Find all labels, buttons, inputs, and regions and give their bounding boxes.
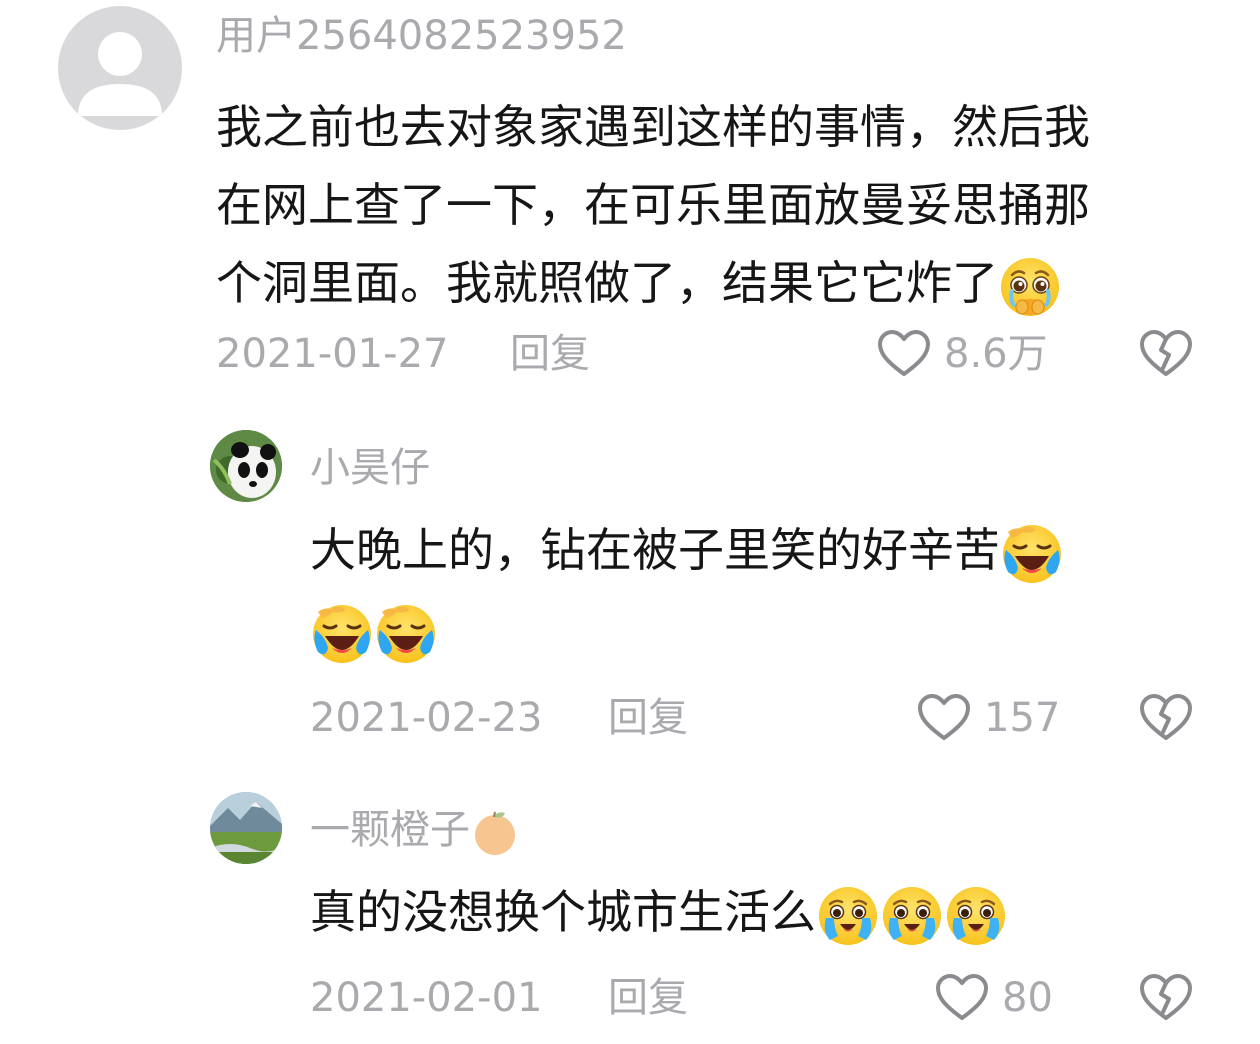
dislike-button[interactable] [1138, 972, 1194, 1024]
default-user-icon [78, 32, 162, 116]
comment-text-line: 个洞里面。我就照做了，结果它它炸了 [216, 244, 1226, 322]
heart-icon [876, 328, 932, 380]
comment-text-line: 在网上查了一下，在可乐里面放曼妥思捅那 [216, 178, 1090, 232]
heart-icon [916, 692, 972, 744]
broken-heart-icon [1138, 972, 1194, 1024]
reply-button[interactable]: 回复 [608, 972, 688, 1024]
like-count: 80 [1002, 975, 1053, 1021]
reply-text-line [310, 590, 1230, 670]
avatar[interactable] [210, 792, 282, 864]
sobbing-smile-face-icon [816, 884, 880, 948]
orange-icon [475, 811, 515, 855]
reply-item: 小昊仔 大晚上的，钻在被子里笑的好辛苦 2021-02-23 回复 157 [0, 400, 1260, 760]
reply-text-line: 大晚上的，钻在被子里笑的好辛苦 [310, 510, 1230, 590]
avatar[interactable] [210, 430, 282, 502]
heart-icon [934, 972, 990, 1024]
dislike-button[interactable] [1138, 328, 1194, 380]
reply-text: 大晚上的，钻在被子里笑的好辛苦 [310, 510, 1230, 670]
broken-heart-icon [1138, 328, 1194, 380]
reply-text-segment: 真的没想换个城市生活么 [310, 885, 816, 939]
reply-text-segment: 大晚上的，钻在被子里笑的好辛苦 [310, 523, 1000, 577]
like-button[interactable] [876, 328, 932, 380]
reply-button[interactable]: 回复 [510, 328, 590, 380]
reply-username[interactable]: 小昊仔 [310, 442, 430, 494]
reply-text: 真的没想换个城市生活么 [310, 872, 1230, 952]
comment-item: 用户2564082523952 我之前也去对象家遇到这样的事情，然后我 在网上查… [0, 0, 1260, 400]
comment-text-segment: 个洞里面。我就照做了，结果它它炸了 [216, 256, 998, 310]
broken-heart-icon [1138, 692, 1194, 744]
like-button[interactable] [916, 692, 972, 744]
reply-date: 2021-02-23 [310, 695, 543, 741]
comment-text: 我之前也去对象家遇到这样的事情，然后我 在网上查了一下，在可乐里面放曼妥思捅那 … [216, 88, 1226, 322]
reply-text-line: 真的没想换个城市生活么 [310, 872, 1230, 952]
reply-username[interactable]: 一颗橙子 [310, 804, 520, 857]
comment-text-line: 我之前也去对象家遇到这样的事情，然后我 [216, 100, 1090, 154]
avatar[interactable] [58, 6, 182, 130]
comment-date: 2021-01-27 [216, 331, 449, 377]
reply-item: 一颗橙子 真的没想换个城市生活么 2021-02-01 回复 80 [0, 760, 1260, 1044]
sobbing-smile-face-icon [880, 884, 944, 948]
reply-username-text: 一颗橙子 [310, 807, 470, 853]
dislike-button[interactable] [1138, 692, 1194, 744]
like-count: 157 [984, 695, 1061, 741]
comment-username[interactable]: 用户2564082523952 [216, 10, 627, 62]
reply-button[interactable]: 回复 [608, 692, 688, 744]
reply-date: 2021-02-01 [310, 975, 543, 1021]
laughing-crying-face-icon [310, 602, 374, 666]
laughing-crying-face-icon [1000, 522, 1064, 586]
pleading-crying-face-icon [998, 255, 1062, 319]
landscape-avatar-icon [210, 792, 282, 864]
sobbing-smile-face-icon [944, 884, 1008, 948]
laughing-crying-face-icon [374, 602, 438, 666]
like-count: 8.6万 [944, 331, 1048, 377]
like-button[interactable] [934, 972, 990, 1024]
panda-avatar-icon [210, 430, 282, 502]
